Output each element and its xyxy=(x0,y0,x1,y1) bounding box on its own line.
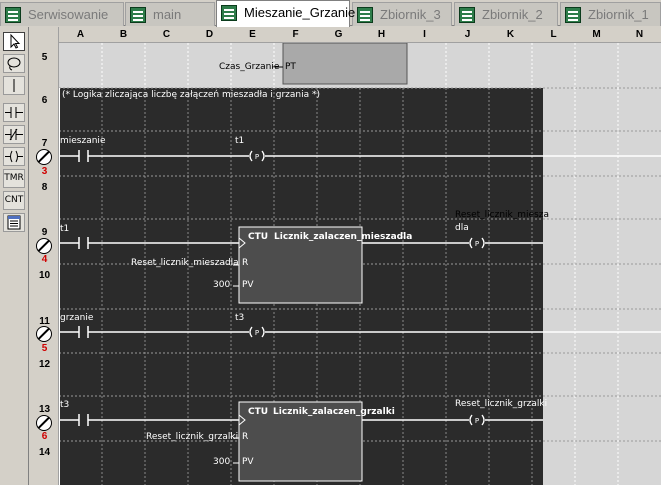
preset-value-label[interactable]: 300 xyxy=(213,280,230,290)
ladder-program-icon xyxy=(357,7,373,23)
rung-number: 4 xyxy=(41,254,48,265)
column-label: H xyxy=(377,29,386,40)
column-label: M xyxy=(592,29,601,40)
column-label: I xyxy=(423,29,426,40)
contact-label[interactable]: grzanie xyxy=(60,313,93,323)
column-label: L xyxy=(550,29,557,40)
rung-select-marker-icon[interactable] xyxy=(36,326,52,342)
coil-label[interactable]: t1 xyxy=(235,136,244,146)
rung-select-marker-icon[interactable] xyxy=(36,415,52,431)
preset-value-label[interactable]: 300 xyxy=(213,457,230,467)
row-header: 5 6 7 3 8 9 4 10 11 5 12 13 6 14 xyxy=(30,27,59,485)
editor-tab-bar: Serwisowanie main Mieszanie_Grzanie Zbio… xyxy=(0,0,661,27)
function-block-name[interactable]: Licznik_zalaczen_mieszadla xyxy=(274,232,412,242)
row-number: 5 xyxy=(41,52,48,63)
row-number: 7 xyxy=(41,138,48,149)
tab-main[interactable]: main xyxy=(125,2,215,26)
ladder-program-icon xyxy=(459,7,475,23)
row-number: 6 xyxy=(41,95,48,106)
function-block-type: CTU xyxy=(248,232,269,242)
timer-input-label[interactable]: Czas_Grzanie xyxy=(219,62,279,72)
tab-label: main xyxy=(153,7,182,22)
row-number: 12 xyxy=(38,359,51,370)
column-label: J xyxy=(464,29,471,40)
rung-comment[interactable]: (* Logika zliczająca liczbę załączeń mie… xyxy=(62,90,320,100)
ladder-program-icon xyxy=(5,7,21,23)
tab-zbiornik-1[interactable]: Zbiornik_1 xyxy=(560,2,661,26)
coil-label[interactable]: Reset_licznik_grzalki xyxy=(455,399,547,409)
ladder-diagram-canvas[interactable]: P P P P Czas_Grzanie PT (* Logika zlicza… xyxy=(59,43,661,485)
row-number: 13 xyxy=(38,404,51,415)
rung-number: 3 xyxy=(41,166,48,177)
ladder-program-icon xyxy=(565,7,581,23)
pin-label-pv: PV xyxy=(242,280,254,290)
pin-label-pv: PV xyxy=(242,457,254,467)
column-label: N xyxy=(635,29,644,40)
coil-label-continued[interactable]: dla xyxy=(455,223,469,233)
timer-pin-label: PT xyxy=(285,62,296,72)
reset-input-label[interactable]: Reset_licznik_mieszadla xyxy=(131,258,239,268)
lasso-icon[interactable] xyxy=(3,54,25,73)
svg-text:P: P xyxy=(255,153,259,161)
svg-text:P: P xyxy=(475,417,479,425)
normally-closed-contact-icon[interactable] xyxy=(3,125,25,144)
ladder-program-icon xyxy=(221,5,237,21)
svg-text:P: P xyxy=(255,329,259,337)
column-label: B xyxy=(119,29,128,40)
variable-table-icon[interactable] xyxy=(3,213,25,232)
coil-label[interactable]: t3 xyxy=(235,313,244,323)
column-label: E xyxy=(249,29,256,40)
tab-label: Zbiornik_1 xyxy=(588,7,649,22)
column-header: A B C D E F G H I J K L M N xyxy=(59,27,661,43)
vertical-wire-icon[interactable] xyxy=(3,76,25,95)
column-label: C xyxy=(162,29,171,40)
column-label: A xyxy=(76,29,85,40)
coil-label[interactable]: Reset_licznik_miesza xyxy=(455,210,549,220)
rung-select-marker-icon[interactable] xyxy=(36,149,52,165)
counter-tool-button[interactable]: CNT xyxy=(3,191,25,210)
ladder-toolbox: TMR CNT xyxy=(0,27,29,485)
rung-number: 6 xyxy=(41,431,48,442)
select-arrow-icon[interactable] xyxy=(3,32,25,51)
tab-mieszanie-grzanie[interactable]: Mieszanie_Grzanie xyxy=(216,0,355,27)
column-label: D xyxy=(205,29,214,40)
svg-text:P: P xyxy=(475,240,479,248)
column-label: K xyxy=(506,29,515,40)
pin-label-r: R xyxy=(242,432,249,442)
tab-label: Zbiornik_3 xyxy=(380,7,441,22)
contact-label[interactable]: mieszanie xyxy=(60,136,105,146)
column-label: G xyxy=(334,29,343,40)
reset-input-label[interactable]: Reset_licznik_grzalki xyxy=(146,432,238,442)
tab-label: Serwisowanie xyxy=(28,7,109,22)
tab-zbiornik-3[interactable]: Zbiornik_3 xyxy=(352,2,452,26)
row-number: 9 xyxy=(41,227,48,238)
tab-label: Zbiornik_2 xyxy=(482,7,543,22)
function-block-type: CTU xyxy=(248,407,269,417)
pin-label-r: R xyxy=(242,258,249,268)
column-label: F xyxy=(292,29,299,40)
timer-tool-button[interactable]: TMR xyxy=(3,169,25,188)
tab-zbiornik-2[interactable]: Zbiornik_2 xyxy=(454,2,558,26)
tab-serwisowanie[interactable]: Serwisowanie xyxy=(0,2,124,26)
coil-icon[interactable] xyxy=(3,147,25,166)
normally-open-contact-icon[interactable] xyxy=(3,103,25,122)
row-number: 10 xyxy=(38,270,51,281)
ladder-program-icon xyxy=(130,7,146,23)
tab-label: Mieszanie_Grzanie xyxy=(244,5,356,20)
function-block-name[interactable]: Licznik_zalaczen_grzalki xyxy=(273,407,395,417)
contact-label[interactable]: t3 xyxy=(60,400,69,410)
row-number: 8 xyxy=(41,182,48,193)
contact-label[interactable]: t1 xyxy=(60,224,69,234)
rung-number: 5 xyxy=(41,343,48,354)
row-number: 14 xyxy=(38,447,51,458)
rung-select-marker-icon[interactable] xyxy=(36,238,52,254)
ladder-editor-window: Serwisowanie main Mieszanie_Grzanie Zbio… xyxy=(0,0,661,485)
